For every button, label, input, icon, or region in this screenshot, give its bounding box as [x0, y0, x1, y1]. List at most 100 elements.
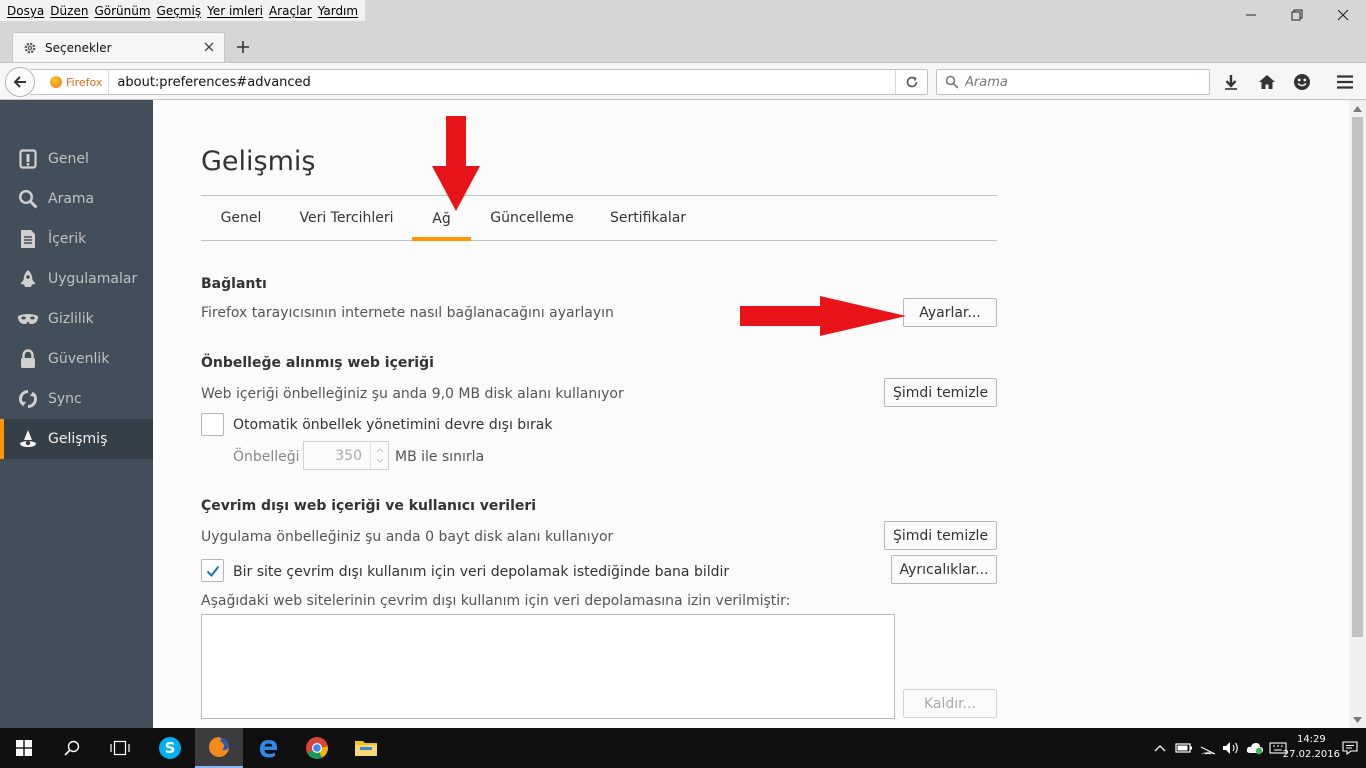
- cache-size-input[interactable]: 350: [303, 441, 389, 470]
- offline-list-label: Aşağıdaki web sitelerinin çevrim dışı ku…: [201, 593, 791, 609]
- sidebar-item-advanced[interactable]: Gelişmiş: [0, 419, 153, 459]
- minimize-button[interactable]: [1228, 0, 1274, 30]
- advanced-tabs: Genel Veri Tercihleri Ağ Güncelleme Sert…: [201, 195, 997, 241]
- taskbar-search-button[interactable]: [48, 728, 96, 768]
- search-bar[interactable]: [936, 69, 1210, 95]
- privacy-mask-icon: [17, 308, 39, 330]
- scroll-down-icon[interactable]: [1349, 711, 1366, 728]
- download-icon: [1225, 75, 1237, 90]
- url-bar[interactable]: Firefox about:preferences#advanced: [30, 69, 928, 95]
- battery-icon: [1175, 743, 1192, 753]
- task-view-button[interactable]: [96, 728, 144, 768]
- menu-history[interactable]: Geçmiş: [157, 4, 202, 18]
- clear-offline-button[interactable]: Şimdi temizle: [884, 521, 997, 550]
- scroll-up-icon[interactable]: [1349, 100, 1366, 117]
- offline-exceptions-button[interactable]: Ayrıcalıklar...: [891, 555, 997, 584]
- navigation-toolbar: Firefox about:preferences#advanced: [0, 62, 1366, 100]
- url-text[interactable]: about:preferences#advanced: [117, 75, 310, 90]
- spinner-arrows-icon[interactable]: [370, 442, 388, 469]
- tab-data-choices[interactable]: Veri Tercihleri: [281, 196, 412, 240]
- sidebar-item-content[interactable]: İçerik: [0, 219, 153, 259]
- taskbar-skype[interactable]: S: [146, 728, 194, 768]
- home-button[interactable]: [1256, 71, 1278, 93]
- offline-apps-list[interactable]: [201, 614, 895, 719]
- sidebar-item-label: İçerik: [48, 231, 87, 247]
- start-button[interactable]: [0, 728, 48, 768]
- tab-certificates[interactable]: Sertifikalar: [593, 196, 703, 240]
- cache-desc: Web içeriği önbelleğiniz şu anda 9,0 MB …: [201, 386, 624, 402]
- menu-view[interactable]: Görünüm: [94, 4, 150, 18]
- cache-override-checkbox[interactable]: [201, 413, 224, 436]
- new-tab-button[interactable]: [232, 36, 254, 58]
- clock-time: 14:29: [1296, 734, 1326, 745]
- menu-edit[interactable]: Düzen: [50, 4, 88, 18]
- site-identity[interactable]: Firefox: [30, 70, 110, 94]
- menu-tools[interactable]: Araçlar: [269, 4, 312, 18]
- scroll-thumb[interactable]: [1352, 117, 1363, 637]
- search-icon: [64, 740, 80, 756]
- taskbar-file-explorer[interactable]: [342, 728, 390, 768]
- hello-button[interactable]: [1291, 71, 1313, 93]
- cache-size-value: 350: [335, 447, 362, 464]
- checkmark-icon: [206, 565, 219, 577]
- battery-tray[interactable]: [1174, 738, 1194, 758]
- sync-tray[interactable]: [1245, 738, 1265, 758]
- tab-update[interactable]: Güncelleme: [471, 196, 593, 240]
- network-tray[interactable]: [1198, 738, 1218, 758]
- remove-offline-app-button[interactable]: Kaldır...: [903, 689, 997, 718]
- back-button[interactable]: [5, 67, 35, 97]
- advanced-wizard-icon: [17, 428, 39, 450]
- windows-logo-icon: [16, 740, 32, 756]
- tab-title: Seçenekler: [45, 40, 112, 55]
- sidebar-item-search[interactable]: Arama: [0, 179, 153, 219]
- smiley-icon: [1294, 74, 1310, 90]
- menubar: Dosya Düzen Görünüm Geçmiş Yer imleri Ar…: [0, 0, 366, 21]
- cache-limit-label: Önbelleği: [233, 449, 300, 465]
- chrome-icon: [306, 737, 328, 759]
- sidebar-item-privacy[interactable]: Gizlilik: [0, 299, 153, 339]
- speaker-icon: [1223, 742, 1238, 754]
- taskbar-clock[interactable]: 14:29 27.02.2016: [1283, 732, 1340, 762]
- action-center-tray[interactable]: [1340, 738, 1360, 758]
- cache-override-label: Otomatik önbellek yönetimini devre dışı …: [233, 417, 553, 433]
- taskbar-firefox[interactable]: [195, 728, 243, 768]
- page-scrollbar[interactable]: [1349, 100, 1366, 728]
- identity-label: Firefox: [66, 75, 103, 89]
- tab-general[interactable]: Genel: [201, 196, 281, 240]
- firefox-icon: [50, 76, 62, 88]
- show-hidden-icons[interactable]: [1150, 738, 1170, 758]
- menu-button[interactable]: [1334, 71, 1356, 93]
- connection-settings-button[interactable]: Ayarlar...: [903, 298, 997, 327]
- taskbar-chrome[interactable]: [293, 728, 341, 768]
- offline-notify-checkbox[interactable]: [201, 559, 224, 582]
- windows-taskbar: S 14:29 27.02.2016: [0, 728, 1366, 768]
- sidebar-item-sync[interactable]: Sync: [0, 379, 153, 419]
- menu-help[interactable]: Yardım: [318, 4, 358, 18]
- plus-icon: [237, 41, 249, 53]
- wifi-icon: [1200, 746, 1216, 755]
- task-view-icon: [110, 740, 130, 756]
- downloads-button[interactable]: [1220, 71, 1242, 93]
- taskbar-edge[interactable]: [244, 728, 292, 768]
- reload-button[interactable]: [895, 70, 927, 94]
- sidebar-item-security[interactable]: Güvenlik: [0, 339, 153, 379]
- menu-file[interactable]: Dosya: [7, 4, 44, 18]
- clear-cache-button[interactable]: Şimdi temizle: [884, 378, 997, 407]
- search-input[interactable]: [965, 74, 1185, 90]
- chevron-up-icon: [1154, 745, 1166, 752]
- preferences-page: Genel Arama İçerik Uygulamalar Gizlilik: [0, 100, 1366, 728]
- tab-close-icon[interactable]: [202, 40, 216, 54]
- hamburger-menu-icon: [1337, 75, 1353, 89]
- sidebar-item-label: Arama: [48, 191, 95, 207]
- restore-button[interactable]: [1274, 0, 1320, 30]
- tab-preferences[interactable]: Seçenekler: [12, 32, 225, 62]
- page-title: Gelişmiş: [201, 146, 316, 177]
- sidebar-item-general[interactable]: Genel: [0, 139, 153, 179]
- cache-title: Önbelleğe alınmış web içeriği: [201, 355, 434, 371]
- close-window-button[interactable]: [1320, 0, 1366, 30]
- sidebar-item-applications[interactable]: Uygulamalar: [0, 259, 153, 299]
- menu-bookmarks[interactable]: Yer imleri: [207, 4, 263, 18]
- offline-notify-label: Bir site çevrim dışı kullanım için veri …: [233, 564, 730, 580]
- volume-tray[interactable]: [1221, 738, 1241, 758]
- offline-title: Çevrim dışı web içeriği ve kullanıcı ver…: [201, 498, 537, 514]
